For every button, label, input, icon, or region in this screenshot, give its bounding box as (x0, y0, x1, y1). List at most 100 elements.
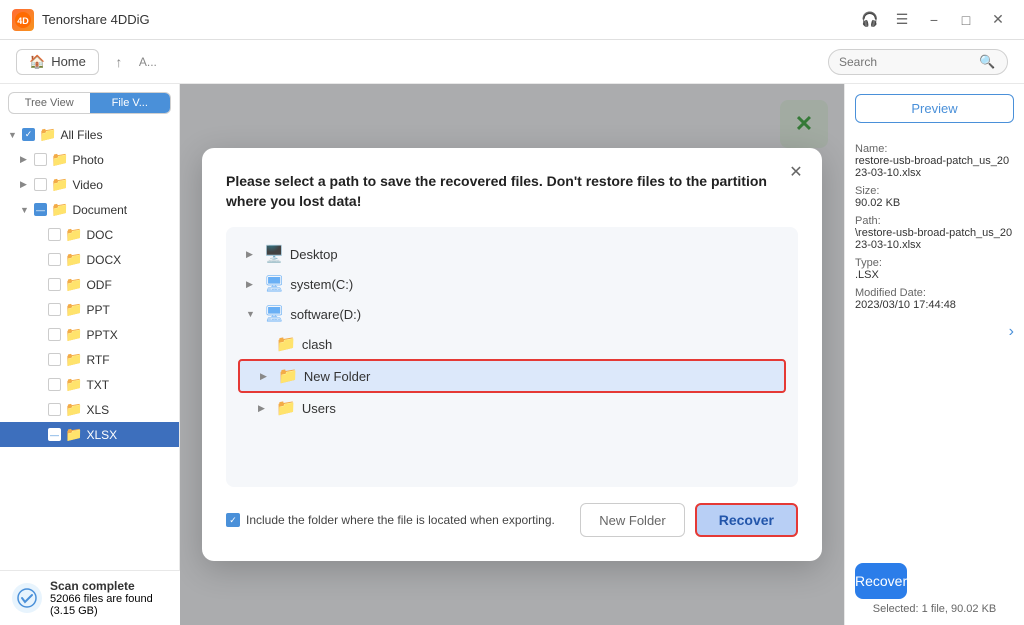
app-logo: 4D (12, 9, 34, 31)
size-label: Size: (855, 185, 1014, 197)
name-value: restore-usb-broad-patch_us_2023-03-10.xl… (855, 155, 1014, 179)
sidebar-item-docx[interactable]: 📁 DOCX (0, 247, 179, 272)
dtree-item-system-c[interactable]: ▶ 🖥 system(C:) (238, 269, 786, 299)
folder-icon: 📁 (65, 351, 82, 368)
dtree-item-software-d[interactable]: ▼ 🖥 software(D:) (238, 299, 786, 329)
scan-title: Scan complete (50, 579, 168, 593)
dtree-item-new-folder[interactable]: ▶ 📁 New Folder (238, 359, 786, 393)
folder-icon: 📁 (65, 401, 82, 418)
recover-button[interactable]: Recover (695, 503, 798, 537)
folder-yellow-icon: 📁 (278, 366, 298, 386)
sidebar-label-xls: XLS (86, 403, 109, 417)
sidebar-item-photo[interactable]: ▶ 📁 Photo (0, 147, 179, 172)
sidebar-label-rtf: RTF (86, 353, 109, 367)
chevron-right-icon: ▶ (246, 249, 258, 260)
checkbox-odf[interactable] (48, 278, 61, 291)
include-folder-checkbox-row[interactable]: ✓ Include the folder where the file is l… (226, 513, 555, 527)
sidebar-item-pptx[interactable]: 📁 PPTX (0, 322, 179, 347)
sidebar-item-all-files[interactable]: ▼ ✓ 📁 All Files (0, 122, 179, 147)
right-panel: Preview Name: restore-usb-broad-patch_us… (844, 84, 1024, 625)
checkbox-photo[interactable] (34, 153, 47, 166)
dtree-item-clash[interactable]: 📁 clash (238, 329, 786, 359)
dtree-item-desktop[interactable]: ▶ 🖥️ Desktop (238, 239, 786, 269)
dtree-item-users[interactable]: ▶ 📁 Users (238, 393, 786, 423)
folder-icon: 📁 (51, 151, 68, 168)
checkbox-txt[interactable] (48, 378, 61, 391)
folder-icon: 📁 (65, 276, 82, 293)
title-bar: 4D Tenorshare 4DDiG 🎧 ☰ − □ ✕ (0, 0, 1024, 40)
sidebar-item-video[interactable]: ▶ 📁 Video (0, 172, 179, 197)
search-box[interactable]: 🔍 (828, 49, 1008, 75)
save-path-dialog: ✕ Please select a path to save the recov… (202, 148, 822, 561)
chevron-right-icon: ▶ (258, 403, 270, 414)
search-input[interactable] (839, 55, 979, 69)
path-value: \restore-usb-broad-patch_us_2023-03-10.x… (855, 227, 1014, 251)
date-value: 2023/03/10 17:44:48 (855, 299, 1014, 311)
checkbox-all-files[interactable]: ✓ (22, 128, 35, 141)
include-folder-label: Include the folder where the file is loc… (246, 513, 555, 527)
checkbox-xlsx[interactable]: — (48, 428, 61, 441)
navigate-right-icon[interactable]: › (1009, 323, 1014, 341)
checkbox-doc[interactable] (48, 228, 61, 241)
chevron-right-icon: ▶ (260, 371, 272, 382)
chevron-down-icon: ▼ (20, 205, 30, 215)
chevron-down-icon: ▼ (8, 130, 18, 140)
include-folder-checkbox[interactable]: ✓ (226, 513, 240, 527)
app-title: Tenorshare 4DDiG (42, 12, 150, 27)
folder-icon: 📁 (65, 426, 82, 443)
name-label: Name: (855, 143, 1014, 155)
close-button[interactable]: ✕ (984, 6, 1012, 34)
file-view-tab[interactable]: File V... (90, 93, 171, 113)
sidebar-item-rtf[interactable]: 📁 RTF (0, 347, 179, 372)
breadcrumb-text: A... (139, 55, 157, 69)
checkbox-video[interactable] (34, 178, 47, 191)
sidebar-item-doc[interactable]: 📁 DOC (0, 222, 179, 247)
selected-info: Selected: 1 file, 90.02 KB (855, 603, 1014, 615)
main-layout: Tree View File V... ▼ ✓ 📁 All Files ▶ 📁 … (0, 84, 1024, 625)
new-folder-button[interactable]: New Folder (580, 503, 684, 537)
menu-icon[interactable]: ☰ (888, 6, 916, 34)
sidebar-item-txt[interactable]: 📁 TXT (0, 372, 179, 397)
checkbox-pptx[interactable] (48, 328, 61, 341)
maximize-button[interactable]: □ (952, 6, 980, 34)
preview-button[interactable]: Preview (855, 94, 1014, 123)
home-icon: 🏠 (29, 54, 45, 70)
sidebar-label-document: Document (72, 203, 127, 217)
checkbox-docx[interactable] (48, 253, 61, 266)
folder-yellow-icon: 📁 (276, 398, 296, 418)
scan-detail: 52066 files are found (3.15 GB) (50, 593, 168, 617)
dialog-tree: ▶ 🖥️ Desktop ▶ 🖥 system(C:) ▼ 🖥 sof (226, 227, 798, 487)
search-icon: 🔍 (979, 54, 995, 70)
nav-arrow-section: › (855, 323, 1014, 341)
checkbox-rtf[interactable] (48, 353, 61, 366)
path-label: Path: (855, 215, 1014, 227)
checkbox-document[interactable]: — (34, 203, 47, 216)
minimize-button[interactable]: − (920, 6, 948, 34)
sidebar-label-video: Video (72, 178, 102, 192)
headset-icon[interactable]: 🎧 (856, 6, 884, 34)
dtree-label-clash: clash (302, 337, 332, 352)
sidebar-item-ppt[interactable]: 📁 PPT (0, 297, 179, 322)
computer-icon: 🖥 (264, 304, 284, 324)
dtree-label-system-c: system(C:) (290, 277, 353, 292)
checkbox-ppt[interactable] (48, 303, 61, 316)
chevron-right-icon: ▶ (20, 179, 30, 190)
chevron-down-icon: ▼ (246, 309, 258, 319)
sidebar-label-docx: DOCX (86, 253, 121, 267)
sidebar-item-xlsx[interactable]: — 📁 XLSX (0, 422, 179, 447)
home-button[interactable]: 🏠 Home (16, 49, 99, 75)
sidebar-item-odf[interactable]: 📁 ODF (0, 272, 179, 297)
sidebar-label-xlsx: XLSX (86, 428, 117, 442)
sidebar-item-document[interactable]: ▼ — 📁 Document (0, 197, 179, 222)
checkbox-xls[interactable] (48, 403, 61, 416)
tree-view-tab[interactable]: Tree View (9, 93, 90, 113)
chevron-right-icon: ▶ (20, 154, 30, 165)
sidebar-item-xls[interactable]: 📁 XLS (0, 397, 179, 422)
dialog-close-button[interactable]: ✕ (784, 160, 808, 184)
back-arrow[interactable]: ↑ (107, 50, 131, 74)
computer-icon: 🖥 (264, 274, 284, 294)
main-recover-button[interactable]: Recover (855, 563, 907, 599)
folder-icon: 📁 (65, 326, 82, 343)
view-toggle: Tree View File V... (8, 92, 171, 114)
folder-icon: 📁 (65, 301, 82, 318)
